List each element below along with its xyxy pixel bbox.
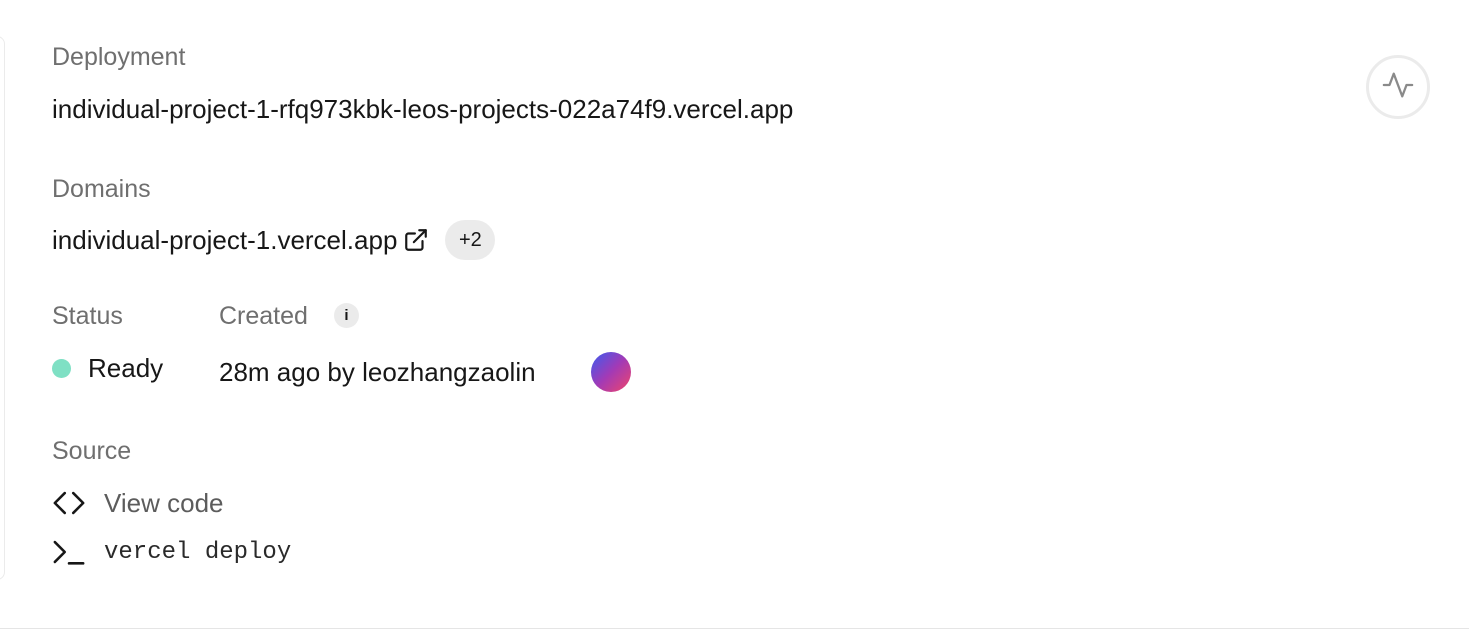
- status-label: Status: [52, 302, 123, 330]
- activity-button[interactable]: [1366, 55, 1430, 119]
- deploy-command: vercel deploy: [52, 535, 291, 569]
- source-label: Source: [52, 437, 132, 465]
- created-label: Created: [219, 302, 308, 330]
- view-code-label: View code: [104, 487, 224, 518]
- deployment-details-panel: Deployment individual-project-1-rfq973kb…: [0, 0, 1469, 630]
- more-domains-badge[interactable]: +2: [445, 220, 496, 260]
- status-indicator-dot: [52, 359, 71, 378]
- terminal-icon: [52, 535, 104, 569]
- info-icon[interactable]: i: [334, 303, 359, 328]
- domains-row: individual-project-1.vercel.app +2: [52, 220, 496, 260]
- primary-domain-link[interactable]: individual-project-1.vercel.app: [52, 224, 397, 256]
- status-value: Ready: [88, 353, 164, 383]
- external-link-icon[interactable]: [403, 227, 429, 253]
- bottom-divider: [0, 628, 1469, 629]
- view-code-link[interactable]: View code: [52, 486, 224, 520]
- card-border: [0, 36, 5, 580]
- deployment-url[interactable]: individual-project-1-rfq973kbk-leos-proj…: [52, 93, 793, 125]
- deployment-label: Deployment: [52, 43, 186, 71]
- code-icon: [52, 486, 104, 520]
- deploy-command-text: vercel deploy: [104, 538, 292, 566]
- activity-icon: [1381, 68, 1415, 107]
- avatar[interactable]: [591, 352, 631, 392]
- created-value: 28m ago by leozhangzaolin: [219, 357, 536, 387]
- domains-label: Domains: [52, 175, 151, 203]
